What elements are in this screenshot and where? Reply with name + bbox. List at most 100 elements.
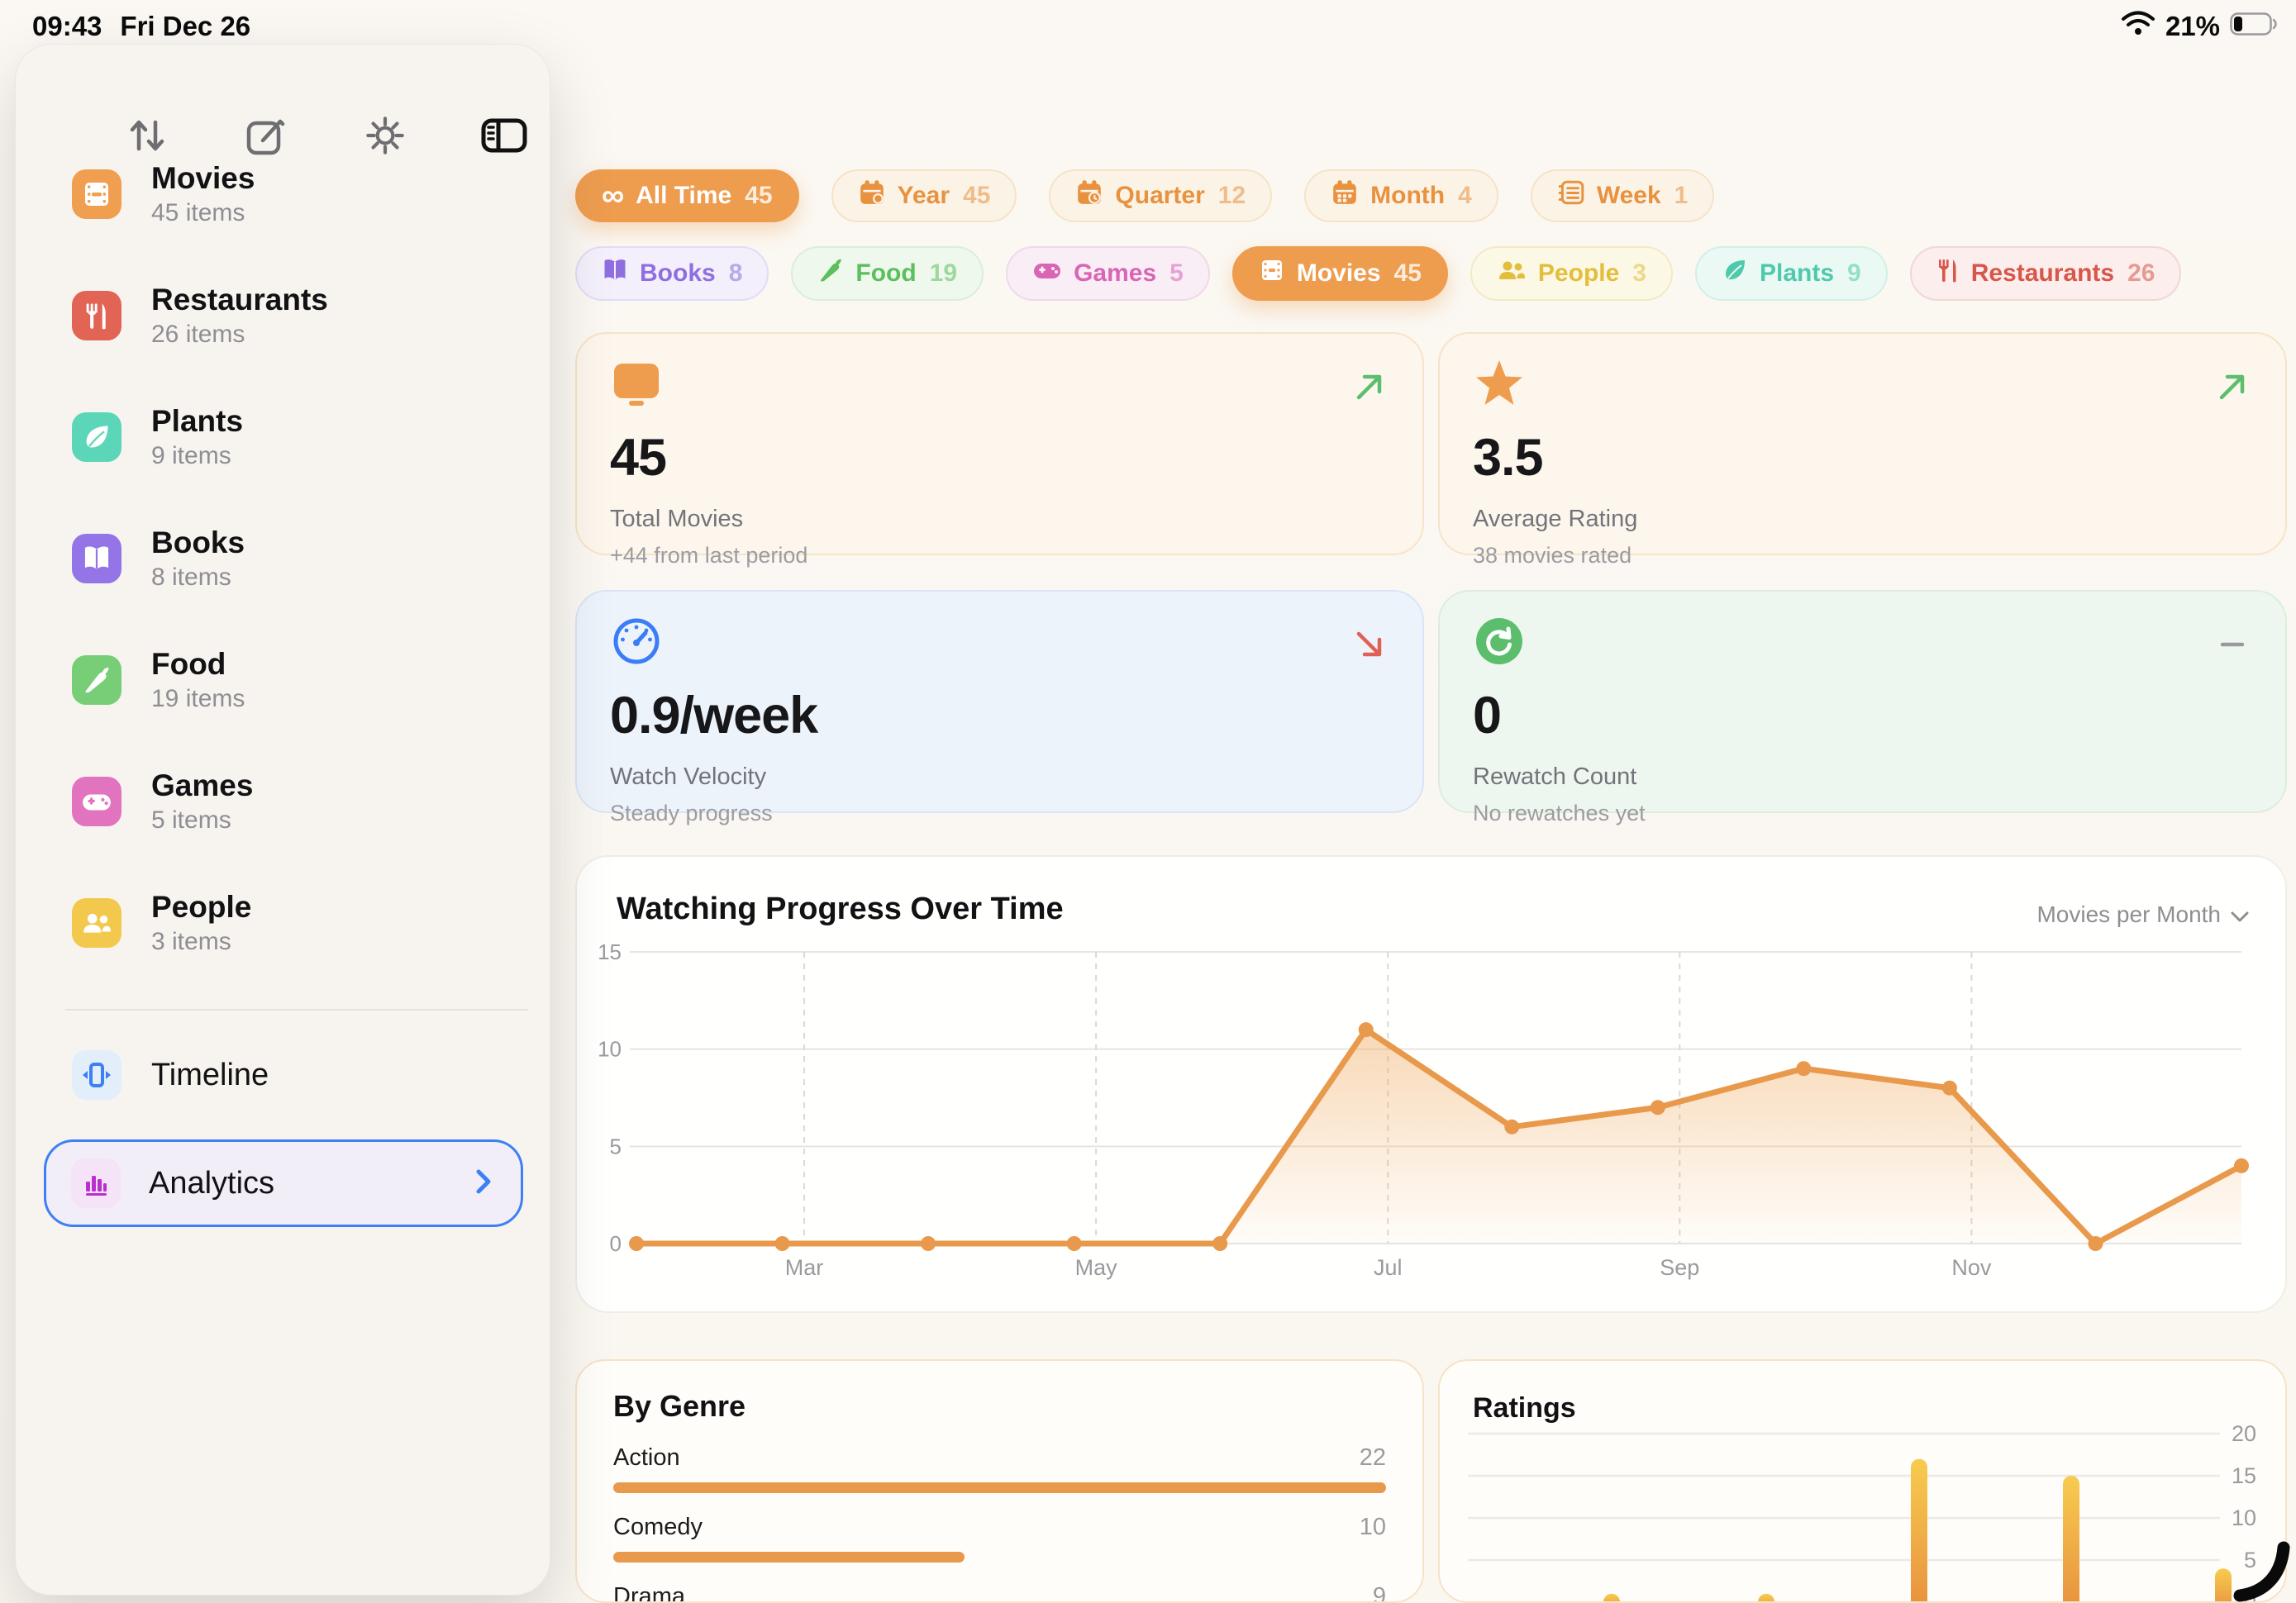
category-chip-books[interactable]: Books 8 <box>575 246 769 301</box>
category-chip-food[interactable]: Food 19 <box>791 246 984 301</box>
svg-text:20: 20 <box>2232 1421 2256 1446</box>
gamepad-icon <box>72 777 121 826</box>
calendar-badge-icon <box>858 178 886 213</box>
category-chip-people[interactable]: People 3 <box>1470 246 1673 301</box>
battery-percent: 21% <box>2165 11 2220 42</box>
time-chip-year[interactable]: Year 45 <box>831 169 1017 222</box>
star-icon <box>1473 357 2252 415</box>
svg-text:0: 0 <box>610 1231 622 1256</box>
sidebar-item-count: 8 items <box>151 565 245 590</box>
svg-text:15: 15 <box>2232 1463 2256 1488</box>
stat-sub: +44 from last period <box>610 543 1389 568</box>
by-genre-card: By Genre Action 22 Comedy 10 <box>575 1359 1424 1603</box>
genre-label: Action <box>613 1444 680 1472</box>
film-icon <box>1259 257 1285 290</box>
stat-card-total-movies[interactable]: 45 Total Movies +44 from last period <box>575 332 1424 555</box>
ratings-card: Ratings 20151050 <box>1438 1359 2287 1603</box>
people-icon <box>1497 257 1527 290</box>
genre-row: Action 22 <box>613 1444 1386 1493</box>
carrot-icon <box>817 257 844 290</box>
sidebar-item-count: 5 items <box>151 808 253 833</box>
pen-scribble <box>2232 1533 2296 1603</box>
time-chip-week[interactable]: Week 1 <box>1531 169 1715 222</box>
category-chip-restaurants[interactable]: Restaurants 26 <box>1910 246 2182 301</box>
sort-button[interactable] <box>122 111 172 160</box>
svg-text:Mar: Mar <box>785 1255 824 1280</box>
chip-label: All Time <box>636 182 731 210</box>
stat-sub: Steady progress <box>610 801 1389 826</box>
category-chip-games[interactable]: Games 5 <box>1006 246 1210 301</box>
toggle-sidebar-button[interactable] <box>479 111 529 160</box>
sidebar-item-count: 9 items <box>151 444 243 469</box>
svg-text:10: 10 <box>2232 1505 2256 1530</box>
sidebar-item-plants[interactable]: Plants 9 items <box>72 412 517 462</box>
sidebar-item-label: Plants <box>151 406 243 436</box>
genre-label: Drama <box>613 1583 685 1603</box>
svg-text:10: 10 <box>598 1037 622 1062</box>
category-chip-plants[interactable]: Plants 9 <box>1695 246 1888 301</box>
sidebar-item-label: Books <box>151 527 245 558</box>
stat-value: 45 <box>610 428 1389 488</box>
compose-button[interactable] <box>241 111 291 160</box>
chip-label: Plants <box>1760 259 1834 288</box>
svg-text:5: 5 <box>610 1134 622 1158</box>
trend-down-icon <box>1353 628 1386 665</box>
chip-label: Month <box>1370 182 1445 210</box>
calendar-clock-icon <box>1075 178 1103 213</box>
chip-count: 45 <box>1394 259 1422 288</box>
stat-value: 0.9/week <box>610 686 1389 745</box>
stat-sub: No rewatches yet <box>1473 801 2252 826</box>
chip-label: Week <box>1597 182 1661 210</box>
stats-grid: 45 Total Movies +44 from last period 3.5… <box>575 332 2287 813</box>
chip-count: 45 <box>963 182 990 210</box>
carrot-icon <box>72 655 121 705</box>
by-genre-title: By Genre <box>613 1389 1386 1424</box>
stat-card-rewatch-count[interactable]: 0 Rewatch Count No rewatches yet <box>1438 590 2287 813</box>
sidebar-item-analytics-selected[interactable]: Analytics <box>44 1139 523 1227</box>
status-time: 09:43 <box>32 11 102 42</box>
category-filter-bar: Books 8 Food 19 Games 5 Movies 45 People… <box>575 246 2181 301</box>
trend-up-icon <box>2216 370 2249 407</box>
chip-label: Food <box>855 259 916 288</box>
sidebar-item-books[interactable]: Books 8 items <box>72 534 517 583</box>
wifi-icon <box>2121 11 2155 42</box>
sidebar-item-timeline[interactable]: Timeline <box>72 1050 269 1100</box>
sidebar-category-list: Movies 45 items Restaurants 26 items P <box>72 169 517 1020</box>
sidebar-panel: Movies 45 items Restaurants 26 items P <box>15 44 550 1596</box>
trend-up-icon <box>1353 370 1386 407</box>
sidebar-item-games[interactable]: Games 5 items <box>72 777 517 826</box>
utensils-icon <box>72 291 121 340</box>
sidebar-item-movies[interactable]: Movies 45 items <box>72 169 517 219</box>
leaf-icon <box>72 412 121 462</box>
sidebar-item-count: 3 items <box>151 930 251 954</box>
chip-count: 1 <box>1674 182 1689 210</box>
trend-neutral-icon <box>2216 628 2249 665</box>
stat-value: 0 <box>1473 686 2252 745</box>
settings-gear-icon[interactable] <box>360 111 410 160</box>
sidebar-item-food[interactable]: Food 19 items <box>72 655 517 705</box>
sidebar-divider <box>65 1009 528 1011</box>
sidebar-item-count: 45 items <box>151 201 255 226</box>
bottom-grid: By Genre Action 22 Comedy 10 <box>575 1359 2287 1603</box>
stat-value: 3.5 <box>1473 428 2252 488</box>
film-icon <box>72 169 121 219</box>
stat-label: Average Rating <box>1473 506 2252 533</box>
genre-bar-track <box>613 1552 1386 1563</box>
genre-value: 10 <box>1360 1514 1386 1541</box>
svg-text:Nov: Nov <box>1951 1255 1992 1280</box>
stat-card-watch-velocity[interactable]: 0.9/week Watch Velocity Steady progress <box>575 590 1424 813</box>
sidebar-item-people[interactable]: People 3 items <box>72 898 517 948</box>
sidebar-item-label: Movies <box>151 163 255 193</box>
stat-card-average-rating[interactable]: 3.5 Average Rating 38 movies rated <box>1438 332 2287 555</box>
sidebar-item-restaurants[interactable]: Restaurants 26 items <box>72 291 517 340</box>
time-chip-month[interactable]: Month 4 <box>1304 169 1498 222</box>
time-chip-all-time[interactable]: ∞ All Time 45 <box>575 169 799 222</box>
display-icon <box>610 357 1389 415</box>
chip-label: Games <box>1074 259 1156 288</box>
time-chip-quarter[interactable]: Quarter 12 <box>1049 169 1272 222</box>
sidebar-item-label: Food <box>151 649 245 679</box>
category-chip-movies[interactable]: Movies 45 <box>1232 246 1448 301</box>
svg-text:15: 15 <box>598 939 622 964</box>
sidebar-item-label: Analytics <box>149 1166 274 1201</box>
screen: 09:43 Fri Dec 26 21% ∞ All Time 45 Year … <box>0 0 2296 1603</box>
